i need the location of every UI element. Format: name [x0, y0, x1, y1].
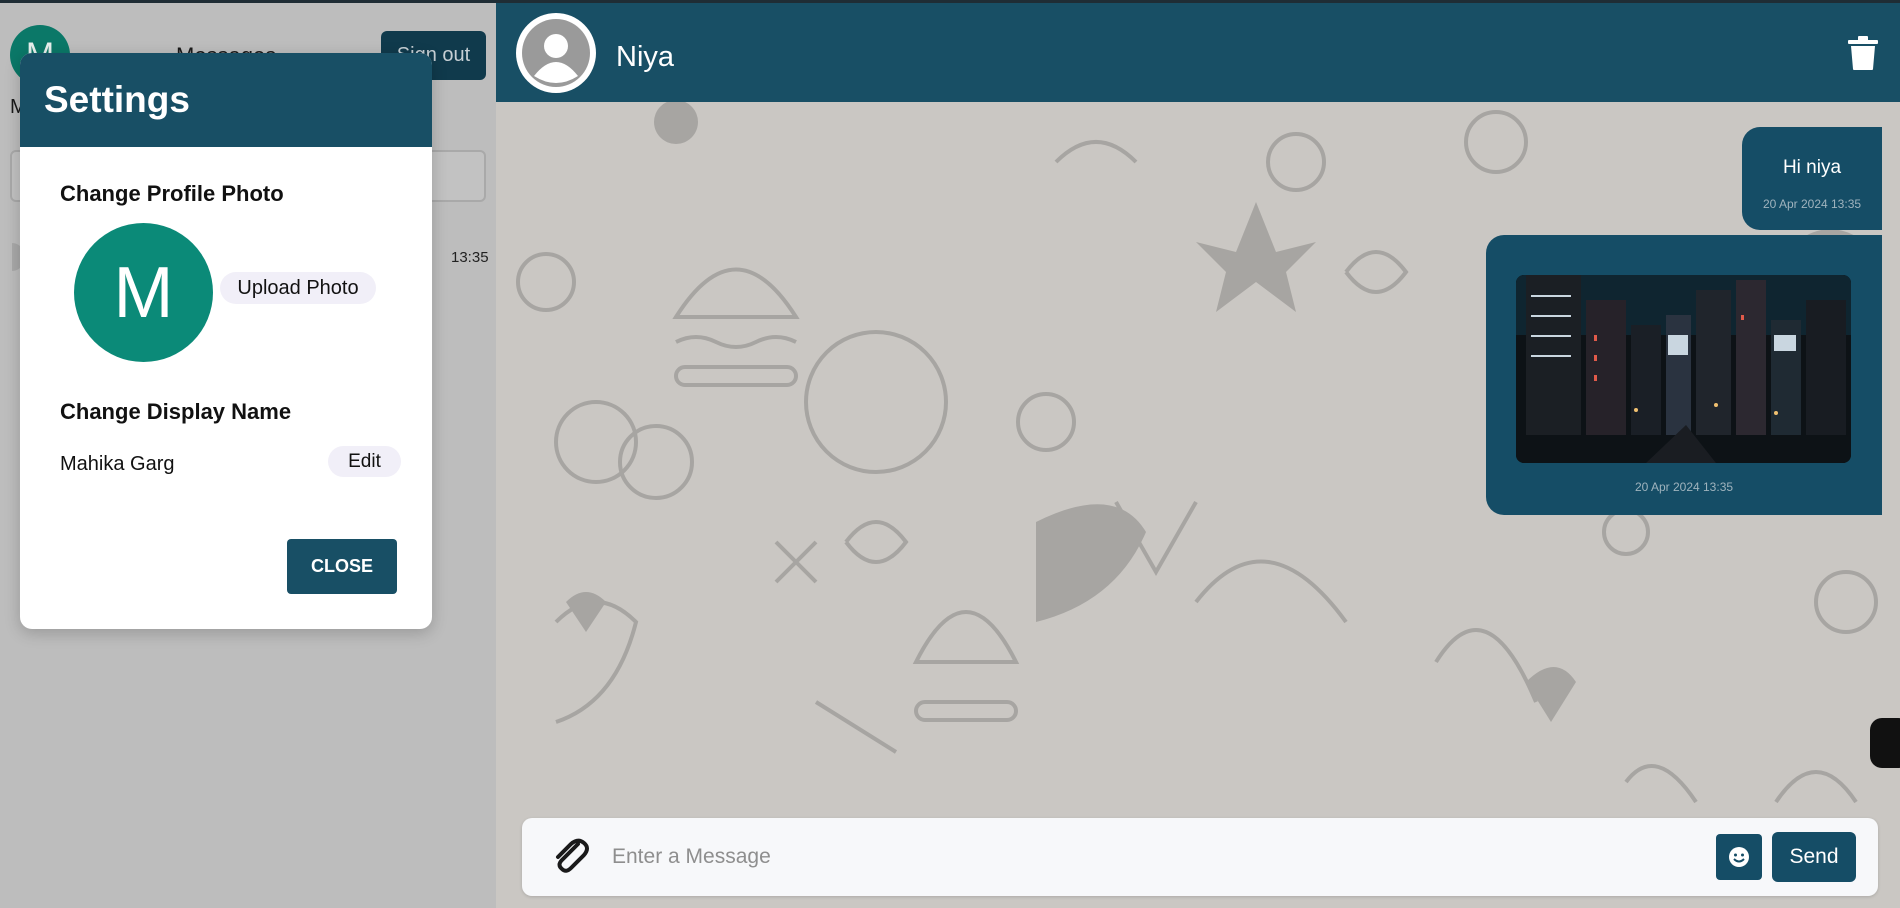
profile-photo-heading: Change Profile Photo: [60, 181, 284, 206]
smiley-icon: [1729, 847, 1749, 867]
send-button[interactable]: Send: [1772, 832, 1856, 882]
settings-header: Settings: [20, 53, 432, 147]
trash-icon[interactable]: [1846, 35, 1880, 71]
message-time: 20 Apr 2024 13:35: [1762, 197, 1862, 211]
settings-title: Settings: [44, 79, 190, 120]
chat-list-item-time: 13:35: [451, 249, 489, 266]
close-button[interactable]: CLOSE: [287, 539, 397, 594]
city-night-photo: [1516, 275, 1851, 463]
message-input[interactable]: [612, 836, 1662, 878]
message-input-bar: Send: [522, 818, 1878, 896]
default-user-icon: [522, 19, 590, 87]
chat-body: Hi niya 20 Apr 2024 13:35 20 Apr 2024 13…: [496, 102, 1900, 908]
settings-modal: Settings Change Profile Photo M Upload P…: [20, 53, 432, 629]
message-bubble[interactable]: Hi niya 20 Apr 2024 13:35: [1742, 127, 1882, 230]
message-time: 20 Apr 2024 13:35: [1634, 480, 1734, 494]
message-photo[interactable]: [1516, 275, 1851, 463]
contact-avatar[interactable]: [516, 13, 596, 93]
upload-photo-button[interactable]: Upload Photo: [220, 272, 376, 304]
paperclip-icon[interactable]: [548, 834, 592, 878]
display-name-heading: Change Display Name: [60, 399, 292, 424]
scroll-button[interactable]: [1870, 718, 1900, 768]
message-text: Hi niya: [1782, 157, 1842, 178]
chat-header: Niya: [496, 0, 1900, 102]
profile-avatar: M: [74, 223, 213, 362]
image-message-bubble[interactable]: 20 Apr 2024 13:35: [1486, 235, 1882, 515]
edit-name-button[interactable]: Edit: [328, 446, 401, 477]
display-name-value: Mahika Garg: [60, 453, 175, 475]
contact-name: Niya: [616, 41, 675, 73]
emoji-button[interactable]: [1716, 834, 1762, 880]
